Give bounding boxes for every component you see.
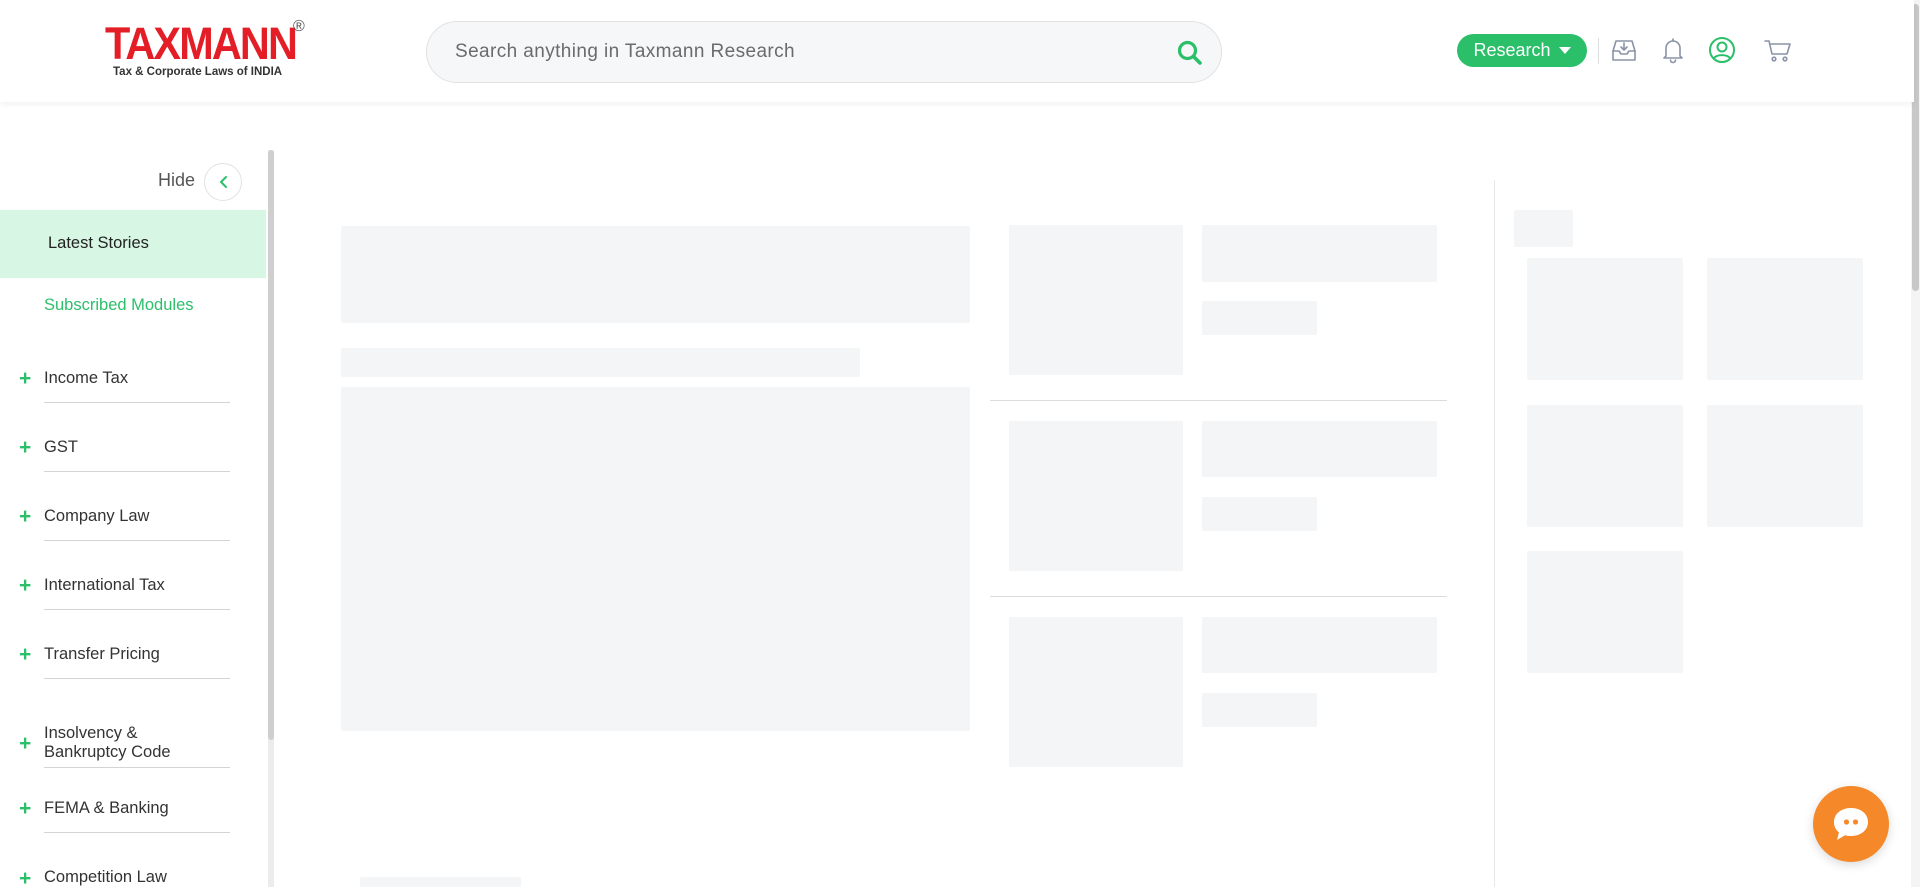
- sidebar-item-subscribed-modules[interactable]: Subscribed Modules: [44, 296, 194, 315]
- sidebar-item-label: International Tax: [44, 576, 165, 594]
- download-inbox-icon[interactable]: [1608, 34, 1640, 66]
- research-button-label: Research: [1473, 40, 1551, 60]
- skeleton-next-section: [360, 877, 521, 887]
- divider: [44, 402, 230, 403]
- plus-icon: +: [19, 436, 32, 459]
- sidebar-item-label: Transfer Pricing: [44, 645, 160, 663]
- sidebar-item-transfer-pricing[interactable]: + Transfer Pricing: [0, 626, 266, 694]
- sidebar-item-latest-stories[interactable]: Latest Stories: [0, 210, 266, 278]
- sidebar-scrollbar[interactable]: [268, 150, 274, 887]
- taxmann-logo[interactable]: TAXMANN ® Tax & Corporate Laws of INDIA: [105, 18, 305, 80]
- hide-label[interactable]: Hide: [158, 170, 195, 191]
- hide-sidebar-button[interactable]: [204, 163, 242, 201]
- divider: [44, 767, 230, 768]
- skeleton-story-thumb: [1009, 617, 1183, 767]
- plus-icon: +: [19, 732, 32, 755]
- divider: [990, 400, 1447, 401]
- skeleton-story-thumb: [1009, 421, 1183, 571]
- divider: [44, 678, 230, 679]
- chat-support-button[interactable]: [1813, 786, 1889, 862]
- top-header: TAXMANN ® Tax & Corporate Laws of INDIA …: [0, 0, 1914, 102]
- skeleton-featured-image: [341, 387, 970, 731]
- divider: [44, 471, 230, 472]
- sidebar-item-insolvency-bankruptcy-code[interactable]: + Insolvency & Bankruptcy Code: [0, 695, 266, 783]
- sidebar-item-label: Company Law: [44, 507, 150, 525]
- plus-icon: +: [19, 505, 32, 528]
- skeleton-story-title: [1202, 617, 1437, 673]
- skeleton-story-date: [1202, 693, 1317, 727]
- skeleton-panel-card: [1527, 551, 1683, 673]
- skeleton-panel-card: [1527, 258, 1683, 380]
- logo-registered-mark: ®: [293, 18, 305, 35]
- skeleton-featured-title: [341, 226, 970, 323]
- sidebar-item-label: Latest Stories: [48, 234, 149, 252]
- divider: [990, 596, 1447, 597]
- divider: [44, 832, 230, 833]
- divider: [44, 540, 230, 541]
- skeleton-story-date: [1202, 497, 1317, 531]
- skeleton-panel-card: [1527, 405, 1683, 527]
- cart-icon[interactable]: [1762, 34, 1794, 66]
- panel-divider: [1494, 180, 1495, 887]
- sidebar-item-label: Competition Law: [44, 868, 167, 886]
- sidebar: Hide Latest Stories Subscribed Modules +…: [0, 150, 274, 890]
- sidebar-item-label: FEMA & Banking: [44, 799, 169, 817]
- plus-icon: +: [19, 797, 32, 820]
- search-bar: [426, 21, 1222, 83]
- bell-icon[interactable]: [1657, 34, 1689, 66]
- user-account-icon[interactable]: [1706, 34, 1738, 66]
- logo-wordmark: TAXMANN: [105, 18, 298, 69]
- caret-down-icon: [1558, 47, 1571, 54]
- sidebar-item-label: Insolvency & Bankruptcy Code: [44, 724, 171, 761]
- chat-bubble-icon: [1834, 808, 1868, 840]
- chevron-left-icon: [220, 176, 227, 188]
- skeleton-story-date: [1202, 301, 1317, 335]
- plus-icon: +: [19, 643, 32, 666]
- skeleton-story-thumb: [1009, 225, 1183, 375]
- sidebar-item-label: Income Tax: [44, 369, 129, 387]
- search-icon[interactable]: [1175, 38, 1205, 68]
- research-dropdown-button[interactable]: Research: [1457, 34, 1587, 67]
- skeleton-story-title: [1202, 421, 1437, 477]
- skeleton-panel-card: [1707, 405, 1863, 527]
- skeleton-panel-card: [1707, 258, 1863, 380]
- plus-icon: +: [19, 367, 32, 390]
- search-input[interactable]: [455, 22, 1155, 82]
- sidebar-item-company-law[interactable]: + Company Law: [0, 488, 266, 556]
- sidebar-item-label: GST: [44, 438, 78, 456]
- divider: [44, 609, 230, 610]
- skeleton-featured-meta: [341, 348, 860, 377]
- sidebar-item-international-tax[interactable]: + International Tax: [0, 557, 266, 625]
- plus-icon: +: [19, 574, 32, 597]
- sidebar-item-income-tax[interactable]: + Income Tax: [0, 350, 266, 418]
- page-scrollbar[interactable]: [1911, 0, 1920, 887]
- sidebar-item-competition-law[interactable]: + Competition Law: [0, 853, 266, 890]
- header-divider: [1598, 38, 1599, 64]
- logo-tagline: Tax & Corporate Laws of INDIA: [113, 66, 283, 78]
- skeleton-panel-heading: [1514, 210, 1573, 247]
- sidebar-scrollbar-thumb[interactable]: [268, 150, 274, 740]
- sidebar-item-gst[interactable]: + GST: [0, 419, 266, 487]
- plus-icon: +: [19, 867, 32, 890]
- skeleton-story-title: [1202, 225, 1437, 282]
- sidebar-item-fema-banking[interactable]: + FEMA & Banking: [0, 784, 266, 852]
